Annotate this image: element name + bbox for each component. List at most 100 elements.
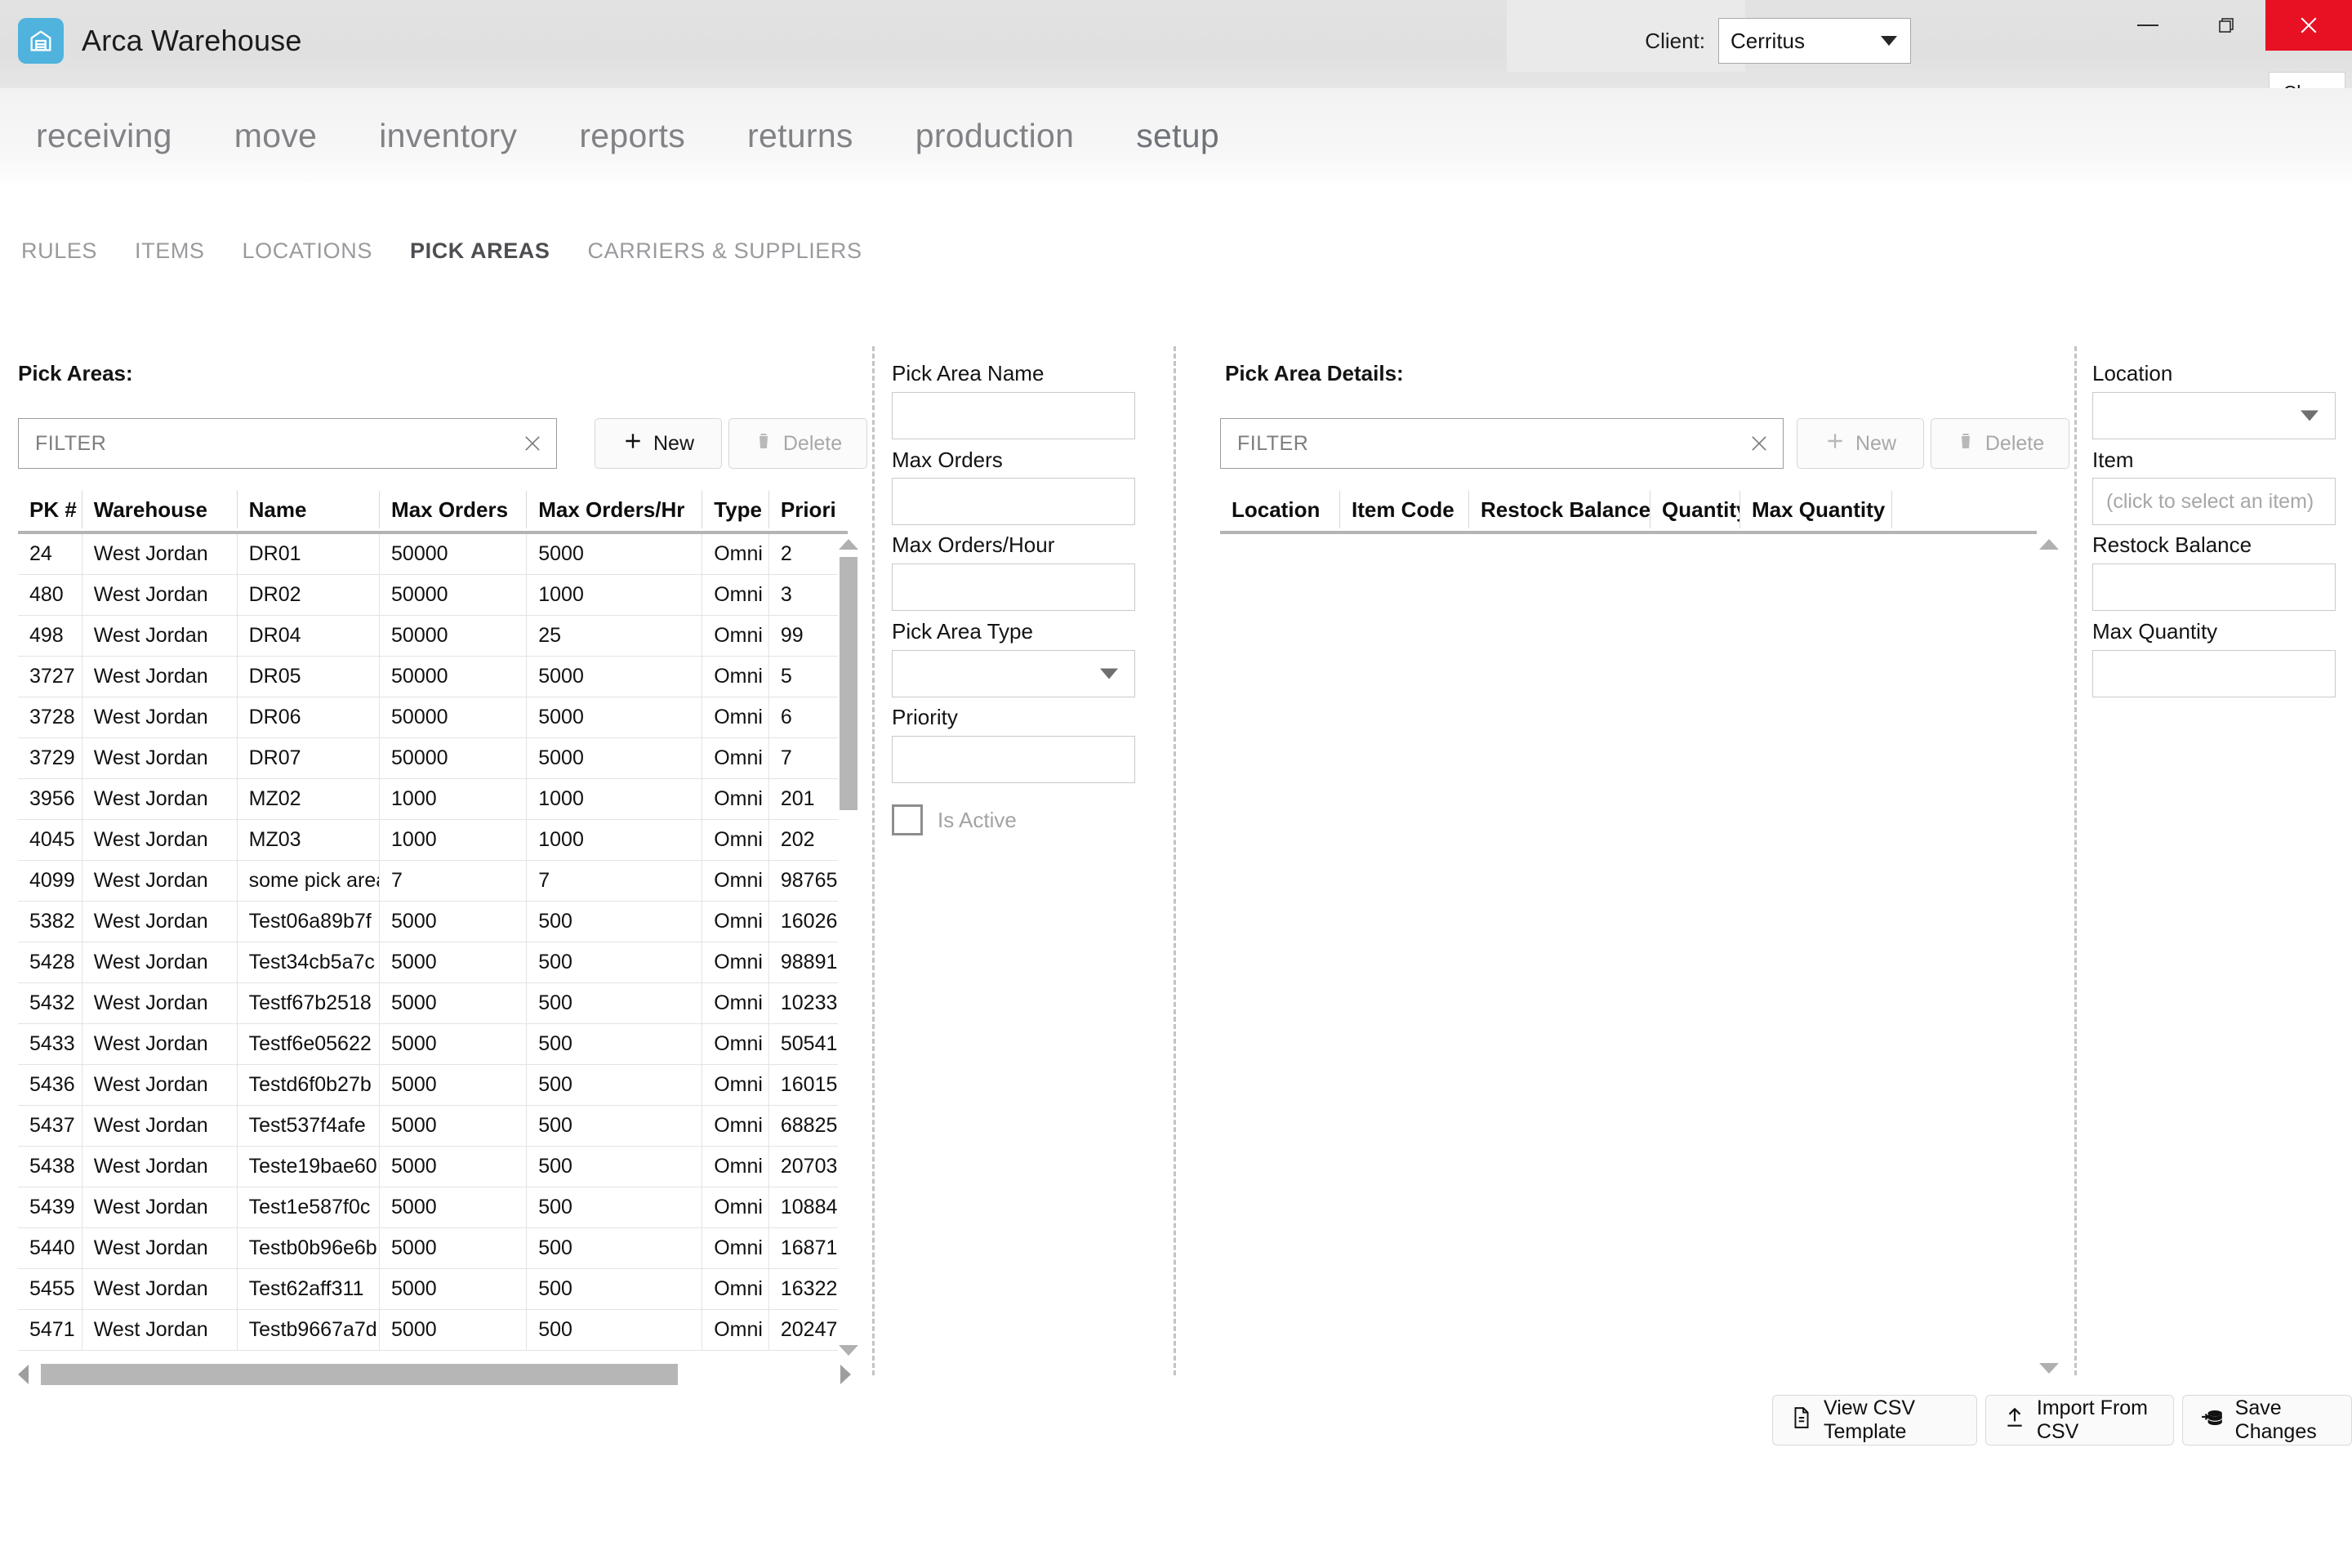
table-cell: Testf6e05622 bbox=[236, 1023, 379, 1065]
scroll-right-arrow-icon[interactable] bbox=[840, 1365, 851, 1384]
table-cell: 500 bbox=[526, 1227, 702, 1269]
table-cell: Omni bbox=[702, 860, 768, 902]
is-active-row[interactable]: Is Active bbox=[892, 804, 1017, 835]
max-orders-hour-input[interactable] bbox=[892, 564, 1135, 611]
tab-locations[interactable]: LOCATIONS bbox=[243, 238, 372, 264]
scroll-down-arrow-icon[interactable] bbox=[839, 1345, 858, 1356]
pick-areas-vertical-scrollbar[interactable] bbox=[838, 539, 859, 1356]
nav-item-move[interactable]: move bbox=[234, 117, 317, 155]
client-dropdown[interactable]: Cerritus bbox=[1718, 18, 1911, 64]
restore-button[interactable] bbox=[2187, 0, 2265, 51]
table-cell: 98765 bbox=[768, 860, 848, 902]
column-header[interactable]: Name bbox=[236, 491, 379, 528]
tab-items[interactable]: ITEMS bbox=[135, 238, 205, 264]
pick-areas-grid[interactable]: PK # Warehouse Name Max Orders Max Orders/Hr… bbox=[18, 488, 848, 1351]
table-row[interactable]: 4099 West Jordan some pick area 7 7 Omni 98765 bbox=[18, 860, 848, 902]
table-row[interactable]: 3727 West Jordan DR05 50000 5000 Omni 5 bbox=[18, 656, 848, 697]
table-row[interactable]: 24 West Jordan DR01 50000 5000 Omni 2 bbox=[18, 533, 848, 575]
column-header[interactable]: Quantity bbox=[1650, 491, 1740, 528]
table-row[interactable]: 5440 West Jordan Testb0b96e6b 5000 500 Omni 16… bbox=[18, 1227, 848, 1269]
table-row[interactable]: 480 West Jordan DR02 50000 1000 Omni 3 bbox=[18, 574, 848, 616]
pick-areas-filter-input[interactable]: FILTER bbox=[18, 418, 557, 469]
chevron-down-icon bbox=[2301, 410, 2319, 421]
table-row[interactable]: 5436 West Jordan Testd6f0b27b 5000 500 Omni 16… bbox=[18, 1064, 848, 1106]
column-header[interactable]: PK # bbox=[18, 491, 82, 528]
column-header[interactable]: Max Orders bbox=[379, 491, 526, 528]
table-row[interactable]: 5438 West Jordan Teste19bae60 5000 500 Omni 20… bbox=[18, 1146, 848, 1187]
pick-area-name-input[interactable] bbox=[892, 392, 1135, 439]
column-header[interactable]: Type bbox=[702, 491, 768, 528]
column-header[interactable]: Max Quantity bbox=[1740, 491, 1891, 528]
app-identity: Arca Warehouse bbox=[18, 18, 302, 64]
client-dropdown-value: Cerritus bbox=[1731, 28, 1806, 53]
is-active-checkbox[interactable] bbox=[892, 804, 923, 835]
table-row[interactable]: 5471 West Jordan Testb9667a7d 5000 500 Omni 20… bbox=[18, 1309, 848, 1351]
table-row[interactable]: 5428 West Jordan Test34cb5a7c 5000 500 Omni 98… bbox=[18, 942, 848, 983]
scroll-down-arrow-icon[interactable] bbox=[2039, 1363, 2059, 1374]
item-selector-input[interactable]: (click to select an item) bbox=[2092, 478, 2336, 525]
table-row[interactable]: 5437 West Jordan Test537f4afe 5000 500 Omni 68… bbox=[18, 1105, 848, 1147]
details-vertical-scrollbar[interactable] bbox=[2038, 539, 2060, 1374]
table-cell: 500 bbox=[526, 1064, 702, 1106]
nav-item-setup[interactable]: setup bbox=[1136, 117, 1219, 155]
table-row[interactable]: 5433 West Jordan Testf6e05622 5000 500 Omni 50… bbox=[18, 1023, 848, 1065]
column-header[interactable]: Warehouse bbox=[81, 491, 237, 528]
scroll-thumb[interactable] bbox=[840, 557, 858, 810]
clear-x-icon[interactable] bbox=[519, 430, 546, 457]
details-filter-input[interactable]: FILTER bbox=[1220, 418, 1784, 469]
table-cell: 99 bbox=[768, 615, 848, 657]
table-cell: Test06a89b7f bbox=[236, 901, 379, 942]
close-button[interactable] bbox=[2265, 0, 2352, 51]
view-csv-template-button[interactable]: View CSV Template bbox=[1772, 1395, 1977, 1446]
column-header[interactable]: Priori bbox=[768, 491, 848, 528]
table-row[interactable]: 3956 West Jordan MZ02 1000 1000 Omni 201 bbox=[18, 778, 848, 820]
clear-x-icon[interactable] bbox=[1745, 430, 1773, 457]
nav-item-returns[interactable]: returns bbox=[747, 117, 853, 155]
max-quantity-input[interactable] bbox=[2092, 650, 2336, 697]
table-cell: 5000 bbox=[379, 1023, 526, 1065]
pick-areas-horizontal-scrollbar[interactable] bbox=[18, 1362, 851, 1387]
table-cell: West Jordan bbox=[81, 1064, 237, 1106]
priority-input[interactable] bbox=[892, 736, 1135, 783]
pick-area-details-grid[interactable]: Location Item Code Restock Balance Quantity… bbox=[1220, 488, 2037, 541]
pick-areas-title: Pick Areas: bbox=[18, 361, 133, 385]
pick-area-type-dropdown[interactable] bbox=[892, 650, 1135, 697]
nav-item-inventory[interactable]: inventory bbox=[379, 117, 517, 155]
scroll-up-arrow-icon[interactable] bbox=[839, 539, 858, 550]
table-row[interactable]: 3729 West Jordan DR07 50000 5000 Omni 7 bbox=[18, 737, 848, 779]
location-dropdown[interactable] bbox=[2092, 392, 2336, 439]
table-cell: 5439 bbox=[29, 1196, 75, 1218]
max-orders-input[interactable] bbox=[892, 478, 1135, 525]
plus-icon bbox=[622, 430, 644, 457]
nav-item-reports[interactable]: reports bbox=[579, 117, 685, 155]
pick-areas-new-button[interactable]: New bbox=[595, 418, 722, 469]
import-from-csv-button[interactable]: Import From CSV bbox=[1984, 1395, 2174, 1446]
save-changes-button[interactable]: Save Changes bbox=[2181, 1395, 2352, 1446]
column-header[interactable]: Restock Balance bbox=[1468, 491, 1650, 528]
scroll-left-arrow-icon[interactable] bbox=[18, 1365, 29, 1384]
scroll-up-arrow-icon[interactable] bbox=[2039, 539, 2059, 550]
table-row[interactable]: 5382 West Jordan Test06a89b7f 5000 500 Omni 16… bbox=[18, 901, 848, 942]
table-cell: 7 bbox=[379, 860, 526, 902]
table-row[interactable]: 5439 West Jordan Test1e587f0c 5000 500 Omni 10… bbox=[18, 1187, 848, 1228]
column-header[interactable]: Location bbox=[1220, 491, 1339, 528]
table-row[interactable]: 5432 West Jordan Testf67b2518 5000 500 Omni 10… bbox=[18, 982, 848, 1024]
column-header[interactable] bbox=[1891, 491, 1998, 528]
nav-item-production[interactable]: production bbox=[915, 117, 1074, 155]
table-cell: Test537f4afe bbox=[236, 1105, 379, 1147]
scroll-thumb[interactable] bbox=[41, 1364, 678, 1385]
nav-item-receiving[interactable]: receiving bbox=[36, 117, 172, 155]
tab-carriers-suppliers[interactable]: CARRIERS & SUPPLIERS bbox=[588, 238, 862, 264]
table-cell: 50000 bbox=[379, 656, 526, 697]
minimize-button[interactable] bbox=[2109, 0, 2187, 51]
table-row[interactable]: 498 West Jordan DR04 50000 25 Omni 99 bbox=[18, 615, 848, 657]
tab-rules[interactable]: RULES bbox=[21, 238, 97, 264]
is-active-label: Is Active bbox=[938, 807, 1017, 832]
table-row[interactable]: 4045 West Jordan MZ03 1000 1000 Omni 202 bbox=[18, 819, 848, 861]
restock-balance-input[interactable] bbox=[2092, 564, 2336, 611]
column-header[interactable]: Item Code bbox=[1339, 491, 1468, 528]
tab-pick-areas[interactable]: PICK AREAS bbox=[410, 238, 550, 264]
table-row[interactable]: 3728 West Jordan DR06 50000 5000 Omni 6 bbox=[18, 697, 848, 738]
table-row[interactable]: 5455 West Jordan Test62aff311 5000 500 Omni 16… bbox=[18, 1268, 848, 1310]
column-header[interactable]: Max Orders/Hr bbox=[526, 491, 702, 528]
